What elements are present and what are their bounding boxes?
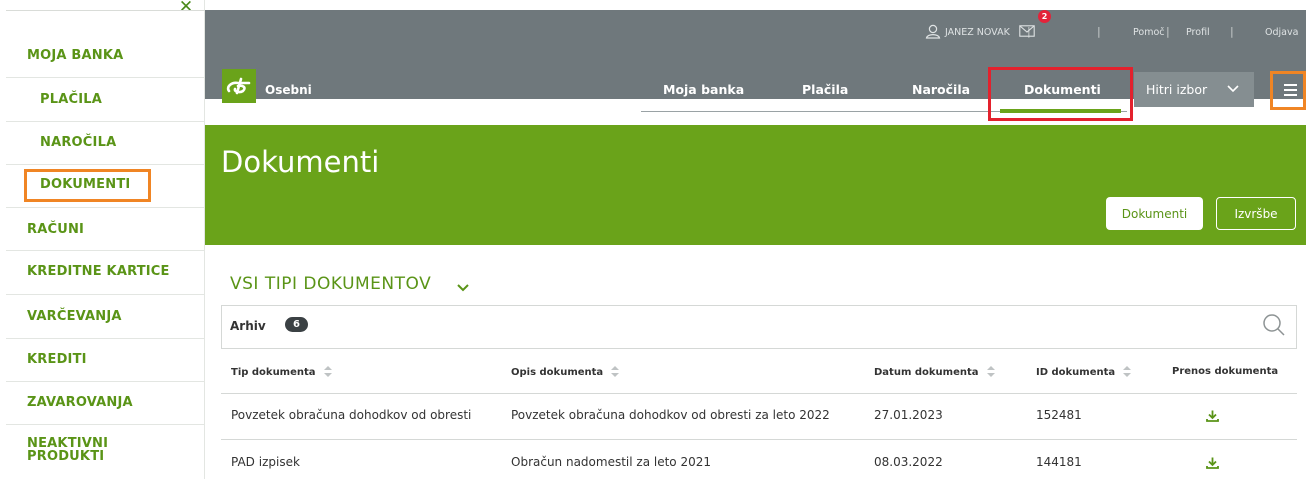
- nav-moja-banka[interactable]: Moja banka: [663, 82, 744, 97]
- column-header-id[interactable]: ID dokumenta: [1036, 366, 1132, 378]
- sidebar-item-zavarovanja[interactable]: ZAVAROVANJA: [6, 382, 205, 425]
- help-link[interactable]: Pomoč: [1133, 27, 1165, 38]
- document-type-filter[interactable]: VSI TIPI DOKUMENTOV: [230, 274, 431, 294]
- sidebar-item-varcevanja[interactable]: VARČEVANJA: [6, 295, 205, 339]
- cell-description: Obračun nadomestil za leto 2021: [511, 455, 711, 469]
- sidebar-item-kreditne-kartice[interactable]: KREDITNE KARTICE: [6, 251, 205, 295]
- sidebar-item-placila[interactable]: PLAČILA: [6, 78, 205, 122]
- divider: [221, 393, 1297, 394]
- chevron-down-icon: [1227, 85, 1239, 93]
- nav-placila[interactable]: Plačila: [802, 82, 848, 97]
- column-header-description[interactable]: Opis dokumenta: [511, 366, 620, 378]
- sidebar-item-moja-banka[interactable]: MOJA BANKA: [6, 33, 205, 78]
- logout-link[interactable]: Odjava: [1265, 27, 1298, 38]
- profile-link[interactable]: Profil: [1186, 27, 1210, 38]
- enforcements-button[interactable]: Izvršbe: [1216, 197, 1296, 230]
- envelope-icon[interactable]: [1019, 25, 1035, 37]
- divider: |: [1230, 25, 1234, 38]
- divider: |: [1097, 25, 1101, 38]
- highlight-box-nav-dokumenti: [988, 67, 1133, 121]
- documents-button[interactable]: Dokumenti: [1106, 197, 1203, 230]
- user-icon[interactable]: [925, 24, 941, 39]
- sort-icon[interactable]: [1123, 366, 1132, 378]
- sidebar-item-racuni[interactable]: RAČUNI: [6, 208, 205, 251]
- sort-icon[interactable]: [611, 366, 620, 378]
- archive-count-badge: 6: [285, 317, 308, 332]
- sort-icon[interactable]: [323, 366, 332, 378]
- bank-logo[interactable]: [222, 69, 256, 103]
- quick-select-dropdown[interactable]: Hitri izbor: [1134, 72, 1254, 107]
- brand-label: Osebni: [265, 83, 312, 97]
- hamburger-menu-icon[interactable]: [1284, 84, 1297, 96]
- column-header-date[interactable]: Datum dokumenta: [874, 366, 995, 378]
- sidebar-item-label-line2: PRODUKTI: [27, 449, 105, 464]
- sort-icon[interactable]: [986, 366, 995, 378]
- nav-narocila[interactable]: Naročila: [912, 82, 970, 97]
- cell-type: Povzetek obračuna dohodkov od obresti: [231, 408, 472, 422]
- sidebar-item-neaktivni-produkti[interactable]: NEAKTIVNI PRODUKTI: [6, 425, 205, 479]
- archive-bar: [221, 305, 1297, 349]
- user-name[interactable]: JANEZ NOVAK: [945, 27, 1010, 38]
- sidebar-item-krediti[interactable]: KREDITI: [6, 339, 205, 382]
- divider: |: [1166, 25, 1170, 38]
- sidebar-menu: ✕ MOJA BANKA PLAČILA NAROČILA DOKUMENTI …: [0, 0, 205, 479]
- page-title: Dokumenti: [221, 145, 380, 179]
- sidebar-item-narocila[interactable]: NAROČILA: [6, 122, 205, 165]
- chevron-down-icon[interactable]: [456, 283, 470, 293]
- cell-description: Povzetek obračuna dohodkov od obresti za…: [511, 408, 830, 422]
- cell-id: 144181: [1036, 455, 1082, 469]
- cell-type: PAD izpisek: [231, 455, 300, 469]
- quick-select-label: Hitri izbor: [1146, 82, 1208, 97]
- cell-date: 27.01.2023: [874, 408, 943, 422]
- divider: [6, 10, 205, 11]
- column-header-download: Prenos dokumenta: [1172, 366, 1279, 377]
- messages-count-badge: 2: [1038, 10, 1051, 23]
- column-header-type[interactable]: Tip dokumenta: [231, 366, 332, 378]
- divider: [221, 439, 1297, 440]
- cell-id: 152481: [1036, 408, 1082, 422]
- cell-date: 08.03.2022: [874, 455, 943, 469]
- logo-icon: [226, 77, 251, 95]
- download-icon[interactable]: [1206, 457, 1219, 469]
- archive-label[interactable]: Arhiv: [230, 319, 266, 333]
- highlight-box-sidebar-dokumenti: [24, 169, 151, 202]
- search-icon[interactable]: [1262, 313, 1286, 337]
- close-icon[interactable]: ✕: [176, 0, 196, 16]
- download-icon[interactable]: [1206, 410, 1219, 422]
